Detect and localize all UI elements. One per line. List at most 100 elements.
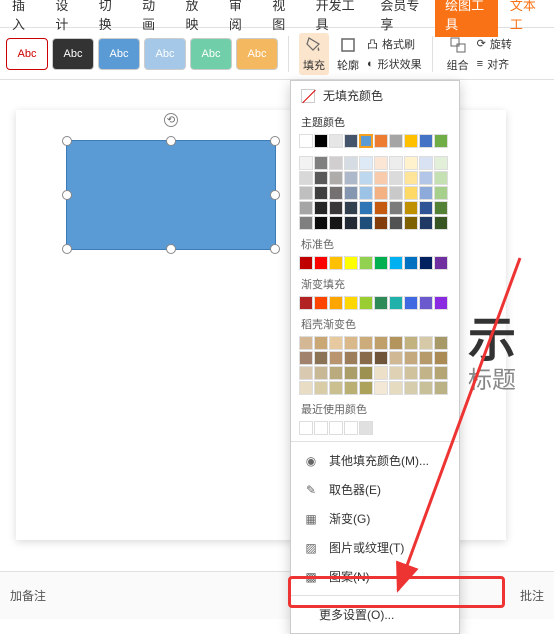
shape-style-2[interactable]: Abc — [52, 38, 94, 70]
color-swatch[interactable] — [329, 366, 343, 380]
color-swatch[interactable] — [434, 256, 448, 270]
color-swatch[interactable] — [389, 351, 403, 365]
color-swatch[interactable] — [404, 381, 418, 395]
shape-style-4[interactable]: Abc — [144, 38, 186, 70]
color-swatch[interactable] — [314, 336, 328, 350]
color-swatch[interactable] — [389, 336, 403, 350]
color-swatch[interactable] — [374, 171, 388, 185]
color-swatch[interactable] — [299, 216, 313, 230]
color-swatch[interactable] — [314, 351, 328, 365]
color-swatch[interactable] — [404, 256, 418, 270]
color-swatch[interactable] — [314, 216, 328, 230]
notes-button[interactable]: 加备注 — [10, 587, 46, 604]
color-swatch[interactable] — [314, 381, 328, 395]
color-swatch[interactable] — [434, 296, 448, 310]
color-swatch[interactable] — [389, 186, 403, 200]
color-swatch[interactable] — [419, 171, 433, 185]
color-swatch[interactable] — [374, 156, 388, 170]
format-painter[interactable]: 凸格式刷 — [367, 36, 422, 52]
color-swatch[interactable] — [344, 336, 358, 350]
color-swatch[interactable] — [419, 296, 433, 310]
color-swatch[interactable] — [419, 381, 433, 395]
color-swatch[interactable] — [434, 336, 448, 350]
color-swatch[interactable] — [359, 156, 373, 170]
resize-handle[interactable] — [62, 244, 72, 254]
color-swatch[interactable] — [374, 201, 388, 215]
color-swatch[interactable] — [314, 366, 328, 380]
color-swatch[interactable] — [404, 134, 418, 148]
eyedropper-option[interactable]: ✎ 取色器(E) — [291, 475, 459, 504]
color-swatch[interactable] — [329, 336, 343, 350]
color-swatch[interactable] — [329, 296, 343, 310]
color-swatch[interactable] — [404, 366, 418, 380]
color-swatch[interactable] — [329, 201, 343, 215]
color-swatch[interactable] — [359, 336, 373, 350]
color-swatch[interactable] — [314, 134, 328, 148]
shape-style-3[interactable]: Abc — [98, 38, 140, 70]
selected-shape[interactable]: ⟲ — [66, 140, 276, 250]
color-swatch[interactable] — [329, 351, 343, 365]
color-swatch[interactable] — [314, 421, 328, 435]
fill-button[interactable]: 填充 — [299, 33, 329, 75]
color-swatch[interactable] — [374, 351, 388, 365]
color-swatch[interactable] — [359, 351, 373, 365]
color-swatch[interactable] — [344, 256, 358, 270]
color-swatch[interactable] — [359, 421, 373, 435]
rotate-handle[interactable]: ⟲ — [164, 113, 178, 127]
tab-slideshow[interactable]: 放映 — [176, 0, 217, 37]
color-swatch[interactable] — [374, 336, 388, 350]
tab-design[interactable]: 设计 — [45, 0, 86, 37]
color-swatch[interactable] — [434, 156, 448, 170]
color-swatch[interactable] — [434, 381, 448, 395]
color-swatch[interactable] — [344, 201, 358, 215]
color-swatch[interactable] — [419, 186, 433, 200]
align-button[interactable]: ≡对齐 — [477, 56, 512, 72]
shape-effect[interactable]: ◐形状效果 — [367, 56, 422, 72]
color-swatch[interactable] — [359, 296, 373, 310]
tab-view[interactable]: 视图 — [262, 0, 303, 37]
color-swatch[interactable] — [344, 296, 358, 310]
color-swatch[interactable] — [344, 421, 358, 435]
color-swatch[interactable] — [374, 256, 388, 270]
shape-style-1[interactable]: Abc — [6, 38, 48, 70]
color-swatch[interactable] — [344, 171, 358, 185]
color-swatch[interactable] — [374, 366, 388, 380]
color-swatch[interactable] — [434, 216, 448, 230]
outline-button[interactable]: 轮廓 — [333, 33, 363, 75]
color-swatch[interactable] — [359, 171, 373, 185]
color-swatch[interactable] — [389, 256, 403, 270]
color-swatch[interactable] — [359, 186, 373, 200]
resize-handle[interactable] — [62, 136, 72, 146]
tab-text-tools[interactable]: 文本工 — [500, 0, 552, 37]
color-swatch[interactable] — [299, 296, 313, 310]
color-swatch[interactable] — [389, 201, 403, 215]
color-swatch[interactable] — [359, 216, 373, 230]
color-swatch[interactable] — [419, 201, 433, 215]
tab-member[interactable]: 会员专享 — [370, 0, 433, 37]
color-swatch[interactable] — [299, 351, 313, 365]
color-swatch[interactable] — [299, 336, 313, 350]
color-swatch[interactable] — [314, 201, 328, 215]
color-swatch[interactable] — [434, 351, 448, 365]
color-swatch[interactable] — [419, 366, 433, 380]
color-swatch[interactable] — [374, 216, 388, 230]
group-button[interactable]: 组合 — [443, 33, 473, 75]
resize-handle[interactable] — [62, 190, 72, 200]
color-swatch[interactable] — [314, 296, 328, 310]
color-swatch[interactable] — [299, 421, 313, 435]
color-swatch[interactable] — [314, 171, 328, 185]
color-swatch[interactable] — [389, 366, 403, 380]
color-swatch[interactable] — [419, 336, 433, 350]
color-swatch[interactable] — [344, 134, 358, 148]
color-swatch[interactable] — [419, 216, 433, 230]
color-swatch[interactable] — [404, 156, 418, 170]
color-swatch[interactable] — [359, 134, 373, 148]
color-swatch[interactable] — [389, 296, 403, 310]
color-swatch[interactable] — [404, 296, 418, 310]
resize-handle[interactable] — [166, 244, 176, 254]
color-swatch[interactable] — [389, 134, 403, 148]
color-swatch[interactable] — [314, 186, 328, 200]
tab-animation[interactable]: 动画 — [132, 0, 173, 37]
pattern-option[interactable]: ▩ 图案(N) — [291, 562, 459, 591]
color-swatch[interactable] — [344, 366, 358, 380]
